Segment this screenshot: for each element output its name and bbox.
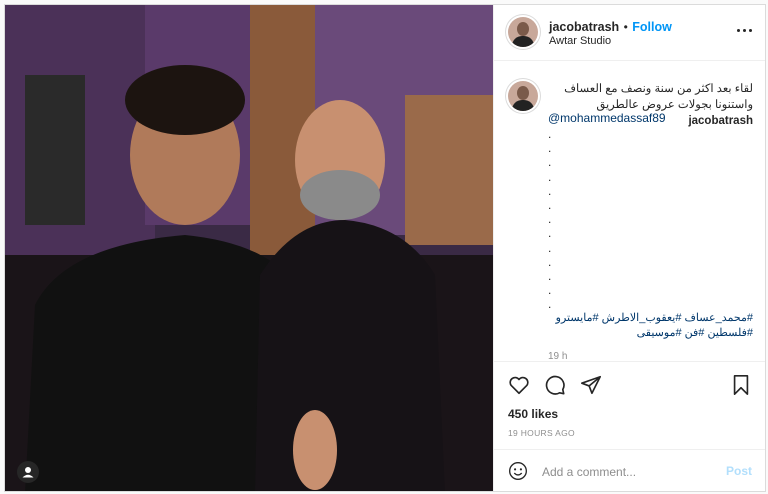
user-tag-button[interactable]: [17, 461, 39, 483]
add-comment-bar: Post: [494, 449, 765, 491]
bookmark-icon[interactable]: [730, 374, 752, 396]
caption-hashtags[interactable]: #محمد_عساف #يعقوب_الاطرش #مايسترو #فلسطي…: [548, 311, 753, 341]
comment-icon[interactable]: [544, 374, 566, 396]
post-header: jacobatrash • Follow Awtar Studio: [494, 5, 765, 61]
post-sidebar: jacobatrash • Follow Awtar Studio لقاء ب…: [493, 5, 765, 491]
heart-icon[interactable]: [508, 374, 530, 396]
caption-timestamp: 19 h: [548, 351, 568, 361]
post-comment-button[interactable]: Post: [726, 464, 752, 478]
caption-avatar[interactable]: [508, 81, 538, 111]
share-icon[interactable]: [580, 374, 602, 396]
caption-username[interactable]: jacobatrash: [688, 115, 753, 127]
caption-area: لقاء بعد اكثر من سنة ونصف مع العساف واست…: [494, 61, 765, 361]
separator-dot: •: [623, 20, 628, 34]
emoji-icon[interactable]: [508, 461, 528, 481]
likes-count[interactable]: 450 likes: [508, 407, 558, 421]
avatar[interactable]: [508, 17, 538, 47]
username-link[interactable]: jacobatrash: [549, 20, 619, 34]
photo-image: [5, 5, 493, 491]
post-timestamp: 19 HOURS AGO: [508, 428, 575, 438]
follow-button[interactable]: Follow: [632, 20, 672, 34]
user-tag-icon: [22, 467, 34, 478]
comment-input[interactable]: [540, 461, 714, 483]
caption-dots: . . . . . . . . . . . . .: [548, 127, 552, 312]
post-dialog: jacobatrash • Follow Awtar Studio لقاء ب…: [4, 4, 766, 492]
caption-mention[interactable]: @mohammedassaf89: [548, 111, 666, 125]
post-actions: 450 likes 19 HOURS AGO Post: [494, 361, 765, 491]
post-photo[interactable]: [5, 5, 493, 491]
caption-text: لقاء بعد اكثر من سنة ونصف مع العساف واست…: [564, 83, 753, 111]
more-icon: [737, 29, 740, 32]
more-options-button[interactable]: [737, 29, 752, 32]
location-link[interactable]: Awtar Studio: [549, 35, 611, 47]
